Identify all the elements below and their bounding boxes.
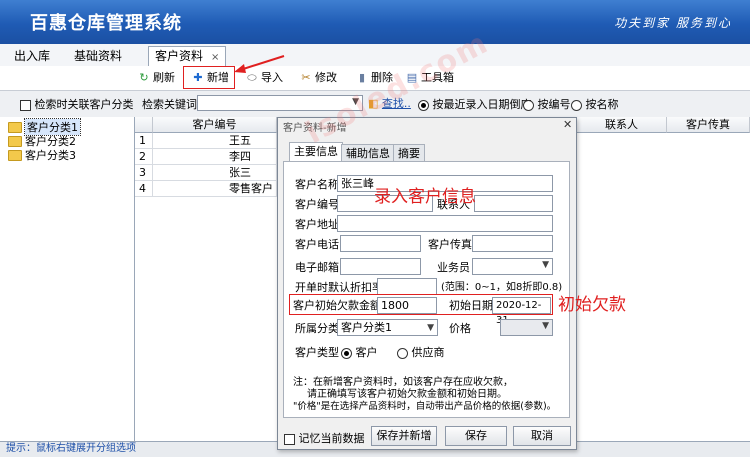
radio-icon [341,347,352,359]
discount-label: 开单时默认折扣率 [295,281,383,294]
annotation-initial-debt: 初始欠款 [558,295,626,315]
row-number: 3 [135,165,153,181]
tab-basic-data[interactable]: 基础资料 [68,47,128,65]
address-label: 客户地址 [295,218,339,231]
tab-inout[interactable]: 出入库 [8,47,56,65]
debt-input[interactable]: 1800 [377,297,437,314]
type-customer-radio[interactable]: 客户 [341,346,378,360]
discount-input[interactable] [377,278,437,295]
refresh-icon: ↻ [139,71,149,84]
table-row[interactable]: 王五 [153,133,277,149]
radio-icon [397,347,408,359]
checkbox-icon [284,433,295,445]
email-label: 电子邮箱 [295,261,339,274]
note-line: 请正确填写该客户初始欠款金额和初始日期。 [307,389,507,400]
status-text: 提示：鼠标右键展开分组选项 [6,443,136,454]
category-select[interactable]: 客户分类1 ▼ [337,319,438,336]
trash-icon: ▮ [358,71,366,84]
close-icon[interactable]: ✕ [563,118,572,131]
price-select[interactable]: ▼ [500,319,553,336]
app-title: 百惠仓库管理系统 [30,13,182,34]
arrow-annotation-icon [234,55,285,73]
row-number: 1 [135,133,153,149]
code-label: 客户编号 [295,198,339,211]
cancel-button[interactable]: 取消 [513,426,571,446]
keyword-label: 检索关键词 [142,98,197,111]
table-row[interactable]: 零售客户 [153,181,277,197]
folder-icon [8,135,22,147]
remember-checkbox[interactable]: 记忆当前数据 [284,430,365,446]
table-row[interactable]: 李四 [153,149,277,165]
tree-item[interactable]: 客户分类3 [8,147,76,163]
radio-icon [571,99,582,111]
sort-name-radio[interactable]: 按名称 [571,96,619,112]
save-and-new-button[interactable]: 保存并新增 [371,426,437,446]
row-number: 2 [135,149,153,165]
type-label: 客户类型 [295,346,339,359]
contact-input[interactable] [474,195,553,212]
table-row[interactable]: 张三 [153,165,277,181]
annotation-enter-info: 录入客户信息 [374,187,476,207]
category-label: 所属分类 [295,322,339,335]
edit-icon: ✂ [301,71,311,84]
tab-aux-info[interactable]: 辅助信息 [341,144,395,161]
refresh-button[interactable]: ↻ 刷新 [138,69,175,87]
tab-close-icon[interactable]: × [211,52,219,63]
salesman-select[interactable]: ▼ [472,258,553,275]
checkbox-icon [20,99,31,111]
radio-icon [418,99,429,111]
tab-summary[interactable]: 摘要 [393,144,425,161]
sort-code-radio[interactable]: 按编号 [523,96,571,112]
chevron-down-icon: ▼ [542,260,549,270]
phone-label: 客户电话 [295,238,339,251]
tab-customer-data[interactable]: 客户资料 × [148,46,227,67]
discount-hint: (范围：0~1，如8折即0.8) [441,282,563,293]
chevron-down-icon: ▼ [542,321,549,331]
price-label: 价格 [449,322,471,335]
type-supplier-radio[interactable]: 供应商 [397,346,445,360]
edit-button[interactable]: ✂ 修改 [300,69,337,87]
related-category-checkbox[interactable]: 检索时关联客户分类 [20,96,134,112]
name-label: 客户名称 [295,178,339,191]
date-input[interactable]: 2020-12-31 [492,297,551,326]
phone-input[interactable] [340,235,421,252]
folder-icon [8,121,22,133]
category-tree [0,117,135,441]
grid-header-fax[interactable]: 客户传真 [667,117,750,133]
date-label: 初始日期 [449,299,493,312]
debt-label: 客户初始欠款金额 [293,299,381,312]
salesman-label: 业务员 [437,261,470,274]
note-line: "价格"是在选择产品资料时，自动带出产品价格的依据(参数)。 [293,401,557,412]
row-number: 4 [135,181,153,197]
grid-header-code[interactable]: 客户编号 [153,117,277,133]
folder-icon [8,149,22,161]
sort-recent-radio[interactable]: 按最近录入日期倒序 [418,96,532,112]
email-input[interactable] [340,258,421,275]
radio-icon [523,99,534,111]
note-line: 注：在新增客户资料时，如该客户存在应收欠款， [293,377,513,388]
fax-input[interactable] [472,235,553,252]
chevron-down-icon: ▼ [427,323,434,333]
grid-corner [135,117,153,133]
save-button[interactable]: 保存 [445,426,507,446]
app-slogan: 功夫到家 服务到心 [614,16,732,30]
fax-label: 客户传真 [428,238,472,251]
address-input[interactable] [337,215,553,232]
grid-header-contact[interactable]: 联系人 [577,117,667,133]
